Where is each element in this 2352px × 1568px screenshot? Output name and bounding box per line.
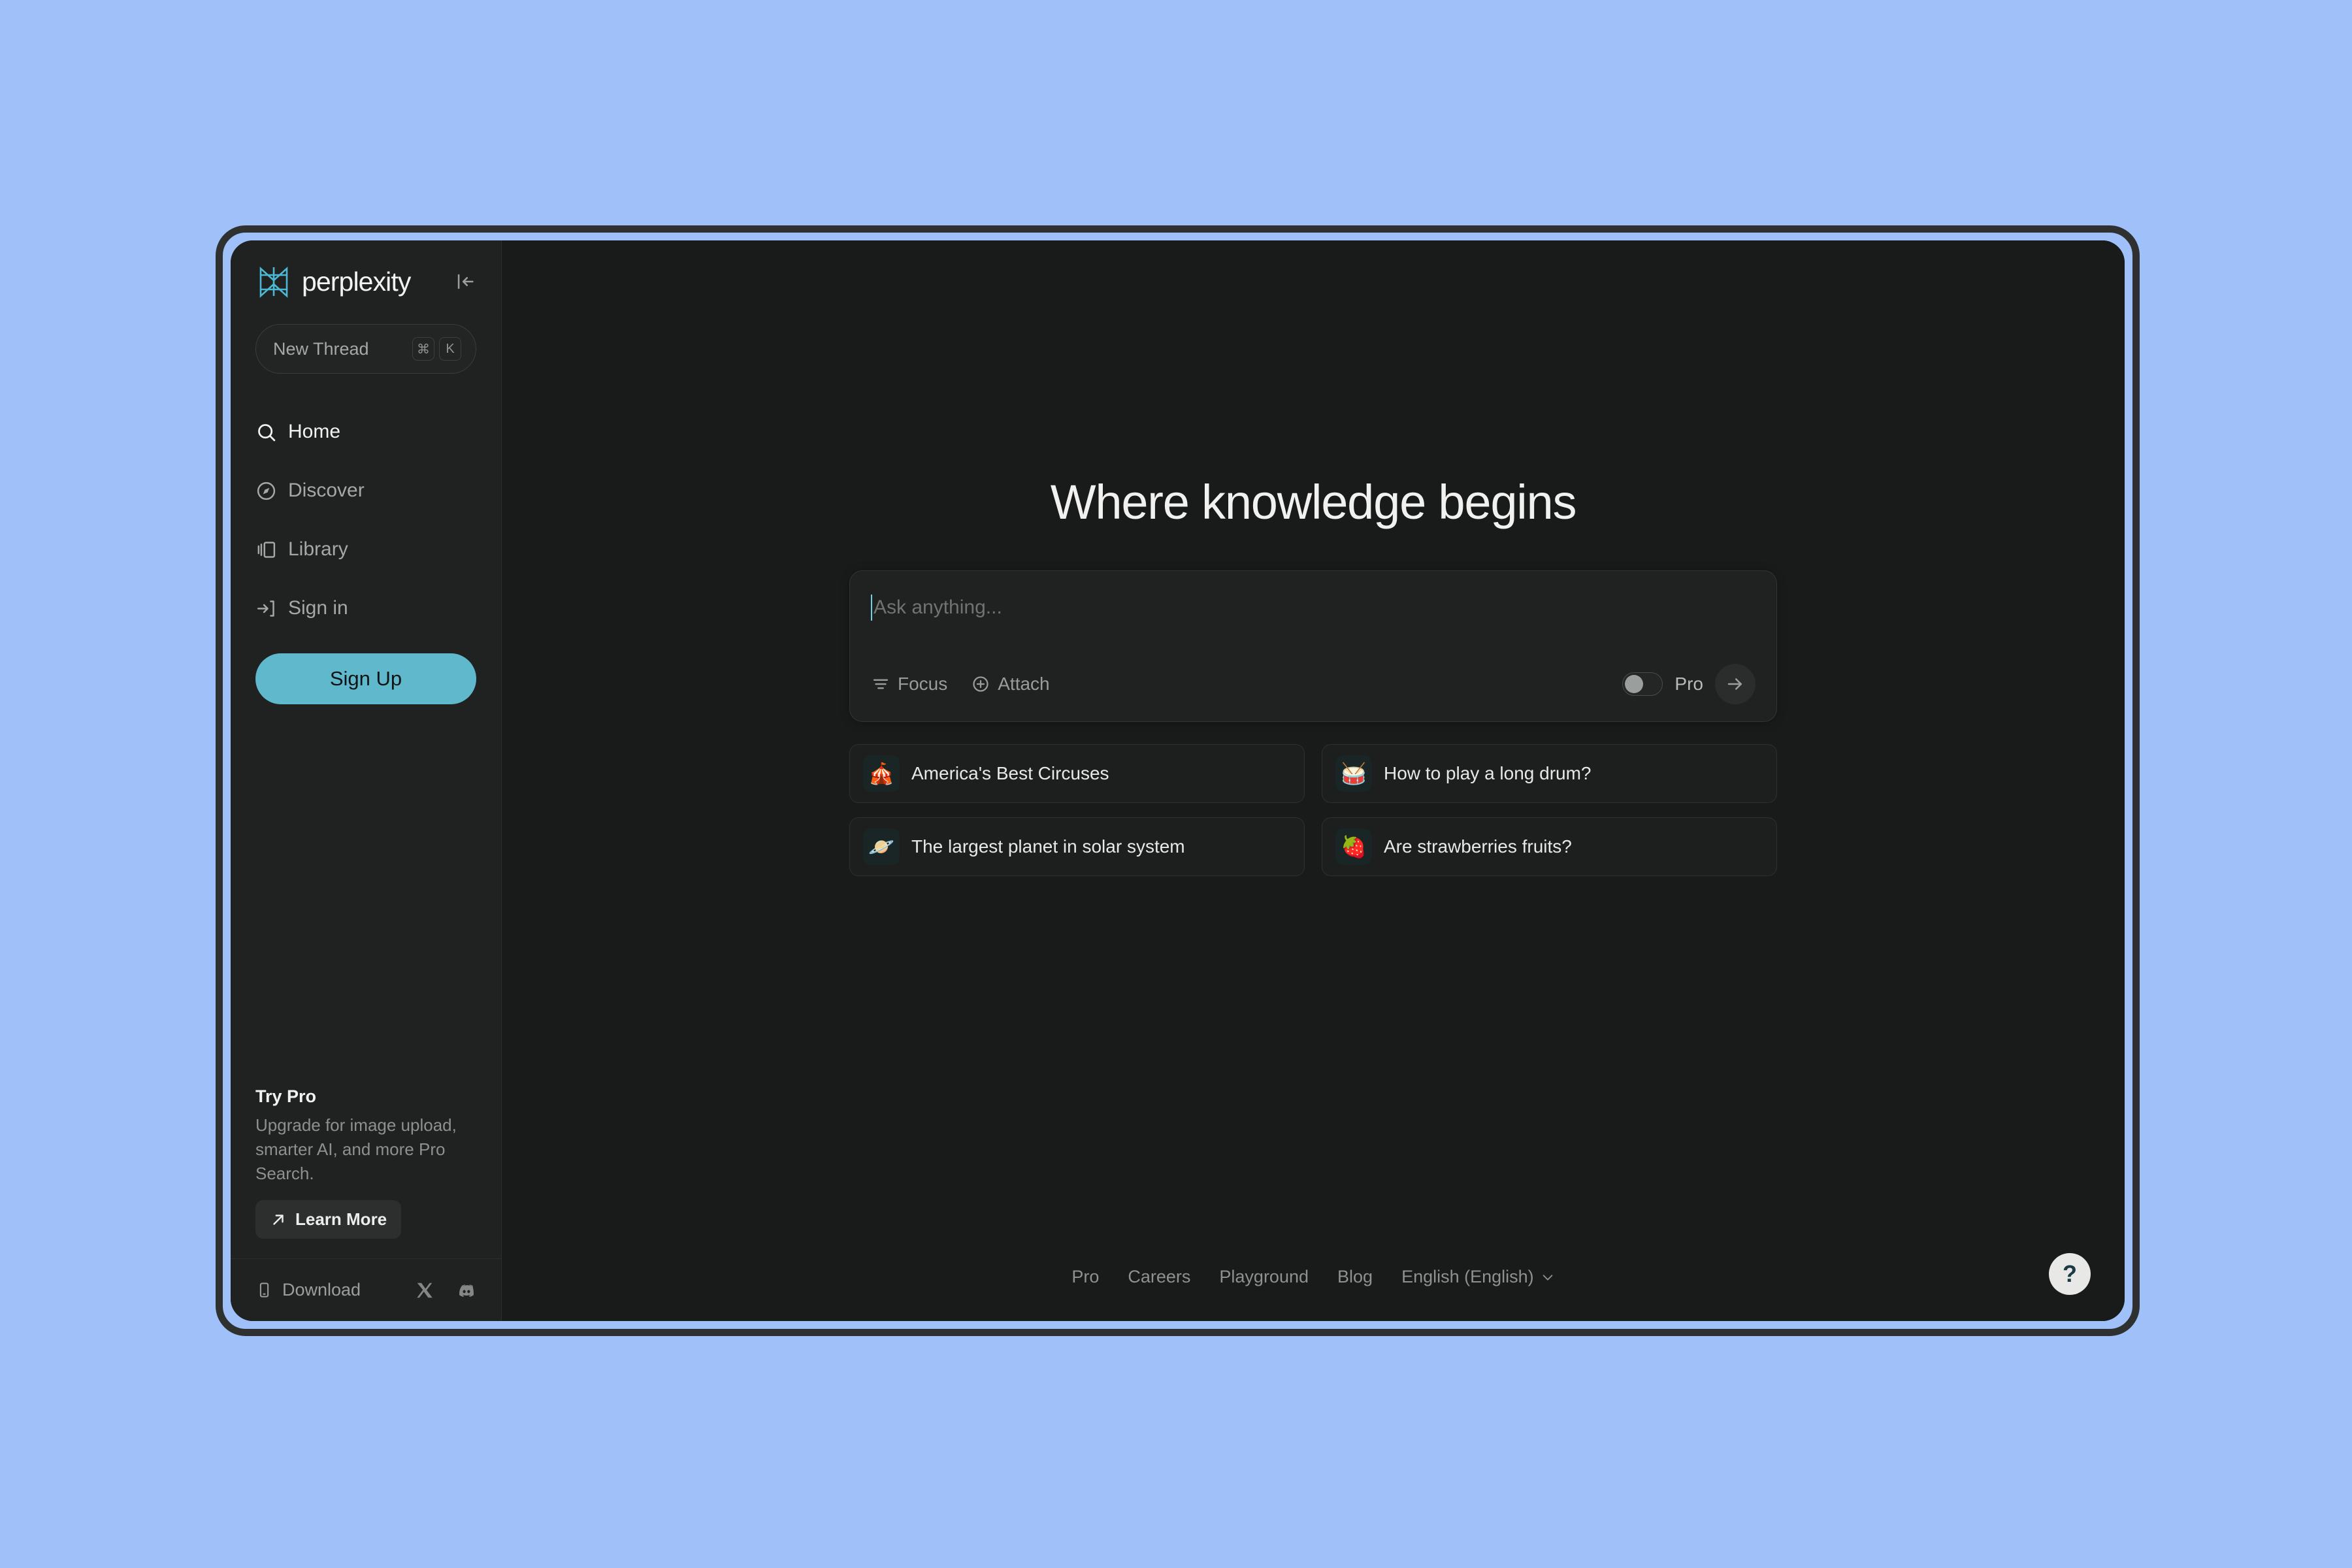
suggestion-label: America's Best Circuses (911, 763, 1109, 783)
search-box[interactable]: Ask anything... Focus Attach Pro (849, 570, 1777, 722)
sidebar-item-library-label: Library (288, 538, 348, 560)
text-caret (871, 595, 872, 621)
submit-button[interactable] (1715, 664, 1756, 704)
suggestion-label: Are strawberries fruits? (1384, 836, 1572, 857)
focus-button[interactable]: Focus (871, 674, 947, 694)
social-links (415, 1281, 476, 1300)
arrow-up-right-icon (273, 1214, 284, 1225)
download-label: Download (282, 1280, 361, 1299)
sidebar-item-home-label: Home (288, 421, 341, 442)
suggestion-label: The largest planet in solar system (911, 836, 1185, 857)
footer-link-careers[interactable]: Careers (1128, 1267, 1190, 1287)
pro-toggle-label: Pro (1674, 674, 1703, 694)
main-footer: Pro Careers Playground Blog English (Eng… (502, 1267, 2125, 1287)
browser-window-frame: perplexity New Thread ⌘ K Home Discover … (216, 225, 2140, 1336)
discord-icon[interactable] (457, 1281, 476, 1300)
filter-icon (873, 679, 889, 689)
language-label: English (English) (1401, 1267, 1534, 1286)
sign-up-button[interactable]: Sign Up (255, 653, 476, 704)
hero-section: Where knowledge begins Ask anything... F… (849, 474, 1777, 876)
strawberry-icon: 🍓 (1335, 828, 1372, 865)
suggestion-card[interactable]: 🍓 Are strawberries fruits? (1322, 817, 1777, 876)
suggestion-grid: 🎪 America's Best Circuses 🥁 How to play … (849, 744, 1777, 876)
new-thread-button[interactable]: New Thread ⌘ K (255, 324, 476, 374)
suggestion-card[interactable]: 🎪 America's Best Circuses (849, 744, 1305, 803)
mobile-device-icon (259, 1282, 269, 1298)
download-button[interactable]: Download (255, 1280, 361, 1300)
brand-row: perplexity (255, 263, 476, 300)
learn-more-label: Learn More (295, 1209, 387, 1229)
suggestion-label: How to play a long drum? (1384, 763, 1592, 783)
plus-circle-icon (973, 676, 988, 692)
search-tools: Focus Attach Pro (871, 664, 1756, 704)
suggestion-card[interactable]: 🪐 The largest planet in solar system (849, 817, 1305, 876)
drum-icon: 🥁 (1335, 755, 1372, 792)
sidebar-item-discover[interactable]: Discover (255, 461, 476, 520)
sidebar-nav: Home Discover Library Sign in (255, 402, 476, 638)
focus-label: Focus (898, 674, 948, 694)
collapse-sidebar-icon[interactable] (454, 270, 476, 293)
attach-label: Attach (998, 674, 1050, 694)
pro-toggle-knob (1625, 675, 1644, 693)
language-selector[interactable]: English (English) (1401, 1267, 1555, 1287)
page-title: Where knowledge begins (1050, 475, 1577, 529)
sidebar-item-home[interactable]: Home (255, 402, 476, 461)
try-pro-title: Try Pro (255, 1086, 317, 1107)
sidebar: perplexity New Thread ⌘ K Home Discover … (231, 240, 502, 1321)
chevron-down-icon (1543, 1274, 1552, 1281)
sidebar-footer: Download (231, 1258, 501, 1321)
shortcut-letter-key: K (439, 337, 461, 361)
compass-icon (257, 482, 276, 500)
sidebar-top-section: perplexity New Thread ⌘ K Home Discover … (231, 240, 501, 704)
sidebar-item-library[interactable]: Library (255, 520, 476, 579)
circus-tent-icon: 🎪 (863, 755, 900, 792)
search-tools-right: Pro (1622, 664, 1756, 704)
search-input[interactable]: Ask anything... (874, 595, 1002, 621)
ringed-planet-icon: 🪐 (863, 828, 900, 865)
arrow-right-icon (1727, 678, 1742, 690)
sidebar-item-signin[interactable]: Sign in (255, 579, 476, 638)
learn-more-button[interactable]: Learn More (255, 1200, 402, 1239)
footer-link-playground[interactable]: Playground (1219, 1267, 1309, 1287)
help-button[interactable]: ? (2049, 1253, 2091, 1295)
search-input-row[interactable]: Ask anything... (871, 591, 1756, 621)
x-twitter-icon[interactable] (415, 1281, 434, 1300)
attach-button[interactable]: Attach (971, 674, 1050, 694)
search-icon (258, 423, 276, 441)
new-thread-label: New Thread (273, 338, 369, 359)
suggestion-card[interactable]: 🥁 How to play a long drum? (1322, 744, 1777, 803)
sidebar-item-discover-label: Discover (288, 480, 365, 501)
main-content: Where knowledge begins Ask anything... F… (502, 240, 2125, 1321)
sidebar-item-signin-label: Sign in (288, 597, 348, 619)
try-pro-description: Upgrade for image upload, smarter AI, an… (255, 1115, 457, 1184)
library-icon (257, 541, 276, 558)
sign-in-icon (257, 600, 274, 617)
brand: perplexity (255, 263, 411, 300)
footer-link-blog[interactable]: Blog (1337, 1267, 1373, 1287)
try-pro-promo: Try Pro Upgrade for image upload, smarte… (231, 1086, 501, 1258)
brand-name: perplexity (302, 266, 411, 297)
pro-toggle[interactable] (1622, 672, 1663, 696)
footer-link-pro[interactable]: Pro (1071, 1267, 1099, 1287)
perplexity-logo-icon (259, 267, 288, 298)
new-thread-shortcut: ⌘ K (412, 337, 461, 361)
app-viewport: perplexity New Thread ⌘ K Home Discover … (231, 240, 2125, 1321)
search-tools-left: Focus Attach (871, 674, 1050, 694)
shortcut-modifier-key: ⌘ (412, 337, 434, 361)
